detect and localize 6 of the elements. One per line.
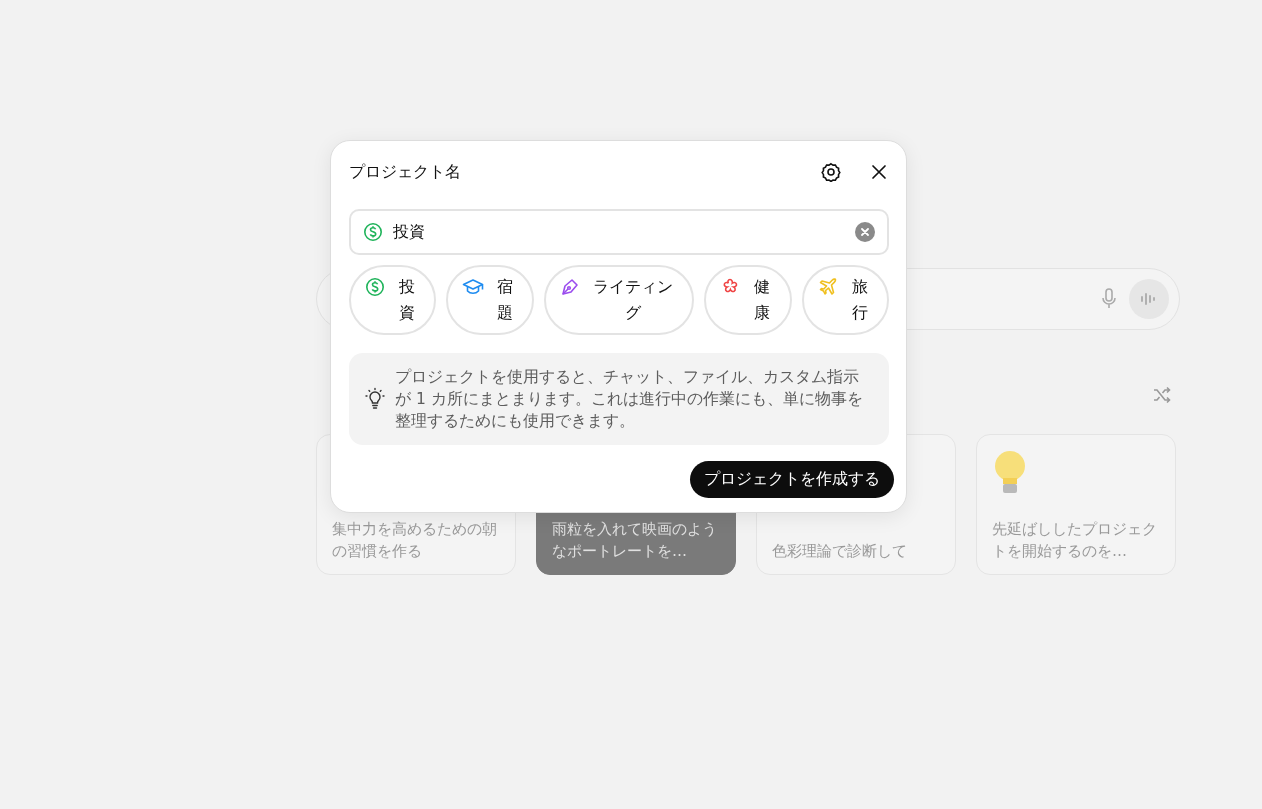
card-text: 雨粒を入れて映画のようなポートレートを… [552, 519, 718, 562]
card-text: 先延ばししたプロジェクトを開始するのを… [992, 519, 1158, 562]
card-text: 集中力を高めるための朝の習慣を作る [332, 519, 498, 562]
card-text: 色彩理論で診断して [772, 541, 908, 562]
info-text: プロジェクトを使用すると、チャット、ファイル、カスタム指示が 1 カ所にまとまります。これは進行中の作業にも、単に物事を整理するためにも使用できます。 [395, 367, 864, 432]
dialog-title: プロジェクト名 [349, 161, 462, 183]
